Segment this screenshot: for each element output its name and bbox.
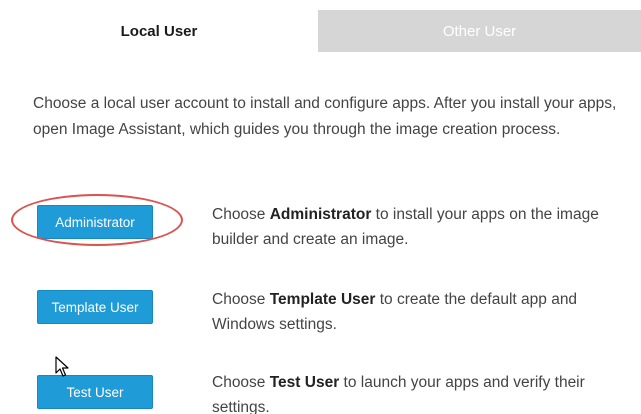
template-user-button[interactable]: Template User <box>37 290 153 324</box>
administrator-description: Choose Administrator to install your app… <box>212 202 632 252</box>
administrator-desc-bold: Administrator <box>269 206 372 223</box>
template-user-desc-bold: Template User <box>269 291 376 308</box>
user-selection-panel: Local User Other User Choose a local use… <box>0 0 641 414</box>
test-user-description: Choose Test User to launch your apps and… <box>212 370 632 414</box>
test-user-desc-bold: Test User <box>269 374 340 391</box>
tab-other-user[interactable]: Other User <box>318 10 641 52</box>
tab-local-user[interactable]: Local User <box>0 10 318 52</box>
administrator-button[interactable]: Administrator <box>37 205 153 239</box>
tab-other-user-label: Other User <box>442 22 517 40</box>
tab-local-user-label: Local User <box>120 22 198 40</box>
test-user-desc-prefix: Choose <box>212 374 270 391</box>
test-user-button[interactable]: Test User <box>37 375 153 409</box>
mouse-cursor-icon <box>55 356 69 377</box>
intro-text: Choose a local user account to install a… <box>33 95 617 138</box>
template-user-desc-prefix: Choose <box>212 291 270 308</box>
administrator-desc-prefix: Choose <box>212 206 270 223</box>
template-user-description: Choose Template User to create the defau… <box>212 287 632 337</box>
